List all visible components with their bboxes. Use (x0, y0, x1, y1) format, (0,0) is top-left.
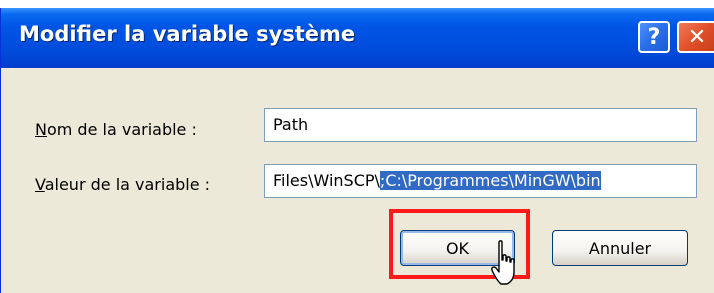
ok-button-label: OK (445, 238, 470, 258)
variable-name-label: Nom de la variable : (35, 120, 197, 139)
variable-value-unselected-text: Files\WinSCP\ (273, 171, 380, 190)
dialog-titlebar[interactable]: Modifier la variable système ? ✕ (1, 8, 714, 68)
close-button[interactable]: ✕ (677, 21, 714, 53)
variable-value-selected-text: ;C:\Programmes\MinGW\bin (379, 171, 601, 190)
variable-name-input[interactable]: Path (264, 108, 697, 142)
edit-system-variable-dialog: Modifier la variable système ? ✕ Nom de … (0, 8, 714, 293)
variable-value-label-text: aleur de la variable : (44, 175, 211, 194)
help-button[interactable]: ? (638, 21, 670, 53)
question-mark-icon: ? (647, 24, 661, 50)
dialog-title: Modifier la variable système (19, 22, 356, 46)
variable-name-value: Path (273, 115, 309, 134)
variable-name-access-key: N (35, 120, 47, 139)
cancel-button[interactable]: Annuler (552, 230, 688, 266)
variable-name-label-text: om de la variable : (46, 120, 197, 139)
variable-value-input[interactable]: Files\WinSCP\;C:\Programmes\MinGW\bin (264, 164, 697, 198)
screenshot-stage: Modifier la variable système ? ✕ Nom de … (0, 0, 714, 293)
ok-button[interactable]: OK (400, 230, 515, 266)
close-x-icon: ✕ (687, 24, 707, 50)
variable-value-label: Valeur de la variable : (35, 175, 210, 194)
cancel-button-label: Annuler (588, 238, 652, 258)
variable-value-access-key: V (35, 175, 45, 194)
